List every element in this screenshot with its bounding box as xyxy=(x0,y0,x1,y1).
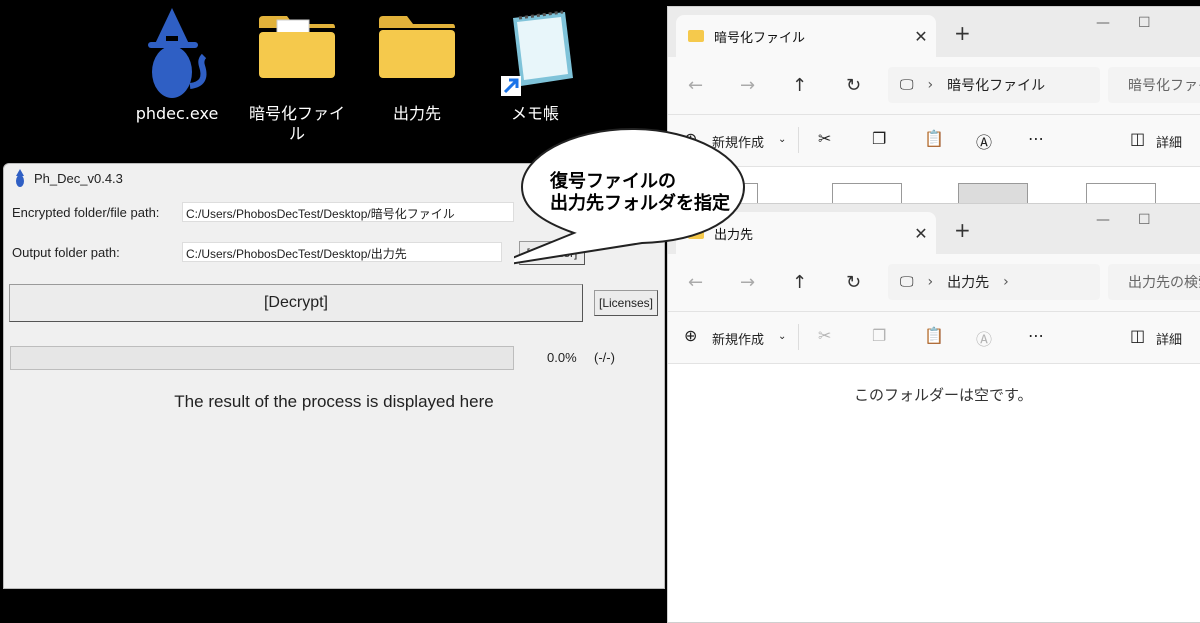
computer-icon: 🖵 xyxy=(900,77,914,93)
progress-percent: 0.0% xyxy=(547,350,577,365)
paste-icon[interactable]: 📋 xyxy=(924,129,944,148)
up-icon[interactable]: ↑ xyxy=(792,272,807,293)
file-area: このフォルダーは空です。 xyxy=(668,364,1200,622)
desktop-icon-notepad[interactable]: メモ帳 xyxy=(480,6,590,124)
rename-icon[interactable]: Ⓐ xyxy=(976,326,992,350)
divider xyxy=(798,127,799,153)
desktop-icon-output-folder[interactable]: 出力先 xyxy=(362,6,472,124)
progress-bar xyxy=(10,346,514,370)
decrypt-button[interactable]: [Decrypt] xyxy=(9,284,583,322)
address-bar[interactable]: 🖵 › 出力先 › xyxy=(888,264,1100,300)
minimize-icon[interactable]: — xyxy=(1096,15,1110,31)
refresh-icon[interactable]: ↻ xyxy=(846,272,861,293)
chevron-down-icon[interactable]: ⌄ xyxy=(778,331,786,342)
folder-icon xyxy=(379,16,455,78)
desktop-icon-label: メモ帳 xyxy=(510,104,559,123)
address-text: 出力先 xyxy=(947,275,990,291)
paste-icon[interactable]: 📋 xyxy=(924,326,944,345)
navigation-bar: ← → ↑ ↻ 🖵› 暗号化ファイル 暗号化ファイ xyxy=(668,57,1200,115)
search-input[interactable]: 出力先の検索 xyxy=(1108,264,1200,300)
new-tab-icon[interactable]: + xyxy=(954,218,971,242)
copy-icon[interactable]: ❐ xyxy=(872,129,886,148)
divider xyxy=(798,324,799,350)
chevron-down-icon[interactable]: ⌄ xyxy=(778,134,786,145)
witch-cat-icon xyxy=(148,8,207,98)
details-label[interactable]: 詳細 xyxy=(1156,132,1182,151)
desktop-icon-label: 出力先 xyxy=(392,104,441,123)
desktop-icon-phdec[interactable]: phdec.exe xyxy=(122,6,232,124)
cut-icon[interactable]: ✂ xyxy=(818,129,831,148)
folder-icon xyxy=(688,30,704,42)
rename-icon[interactable]: Ⓐ xyxy=(976,129,992,153)
desktop-icon-label: 暗号化ファイル xyxy=(248,104,345,143)
minimize-icon[interactable]: — xyxy=(1096,212,1110,228)
more-icon[interactable]: ⋯ xyxy=(1028,326,1044,345)
details-icon[interactable]: ◫ xyxy=(1130,129,1145,148)
output-path-input[interactable]: C:/Users/PhobosDecTest/Desktop/出力先 xyxy=(182,242,502,262)
progress-count: (-/-) xyxy=(594,350,615,365)
window-title: Ph_Dec_v0.4.3 xyxy=(34,170,123,186)
forward-icon[interactable]: → xyxy=(740,75,755,96)
details-label[interactable]: 詳細 xyxy=(1156,329,1182,348)
chevron-right-icon: › xyxy=(1003,274,1009,290)
address-text: 暗号化ファイル xyxy=(947,78,1046,94)
close-icon[interactable]: ✕ xyxy=(906,27,936,46)
maximize-icon[interactable]: ☐ xyxy=(1138,212,1151,228)
tab-encrypted[interactable]: 暗号化ファイル ✕ xyxy=(676,15,936,57)
new-button-label[interactable]: 新規作成 xyxy=(712,329,764,348)
search-input[interactable]: 暗号化ファイ xyxy=(1108,67,1200,103)
close-icon[interactable]: ✕ xyxy=(906,224,936,243)
address-bar[interactable]: 🖵 › 暗号化ファイル xyxy=(888,67,1100,103)
maximize-icon[interactable]: ☐ xyxy=(1138,15,1151,31)
witch-cat-icon xyxy=(16,169,24,187)
output-path-label: Output folder path: xyxy=(12,245,120,260)
folder-with-document-icon xyxy=(259,16,335,78)
refresh-icon[interactable]: ↻ xyxy=(846,75,861,96)
desktop-icon-encrypted-folder[interactable]: 暗号化ファイル xyxy=(242,6,352,144)
result-text: The result of the process is displayed h… xyxy=(174,392,494,411)
more-icon[interactable]: ⋯ xyxy=(1028,129,1044,148)
callout-line-1: 復号ファイルの xyxy=(550,171,676,192)
desktop-icon-label: phdec.exe xyxy=(135,104,219,123)
forward-icon[interactable]: → xyxy=(740,272,755,293)
back-icon[interactable]: ← xyxy=(688,75,703,96)
new-icon[interactable]: ⊕ xyxy=(684,326,697,345)
computer-icon: 🖵 xyxy=(900,274,914,290)
empty-folder-text: このフォルダーは空です。 xyxy=(854,386,1033,404)
encrypted-path-input[interactable]: C:/Users/PhobosDecTest/Desktop/暗号化ファイル xyxy=(182,202,514,222)
command-bar: ⊕ 新規作成 ⌄ ✂ ❐ 📋 Ⓐ ⋯ ◫ 詳細 xyxy=(668,312,1200,364)
cut-icon[interactable]: ✂ xyxy=(818,326,831,345)
callout-text: 復号ファイルの 出力先フォルダを指定 xyxy=(528,171,748,215)
licenses-button[interactable]: [Licenses] xyxy=(594,290,658,316)
new-tab-icon[interactable]: + xyxy=(954,21,971,45)
encrypted-path-label: Encrypted folder/file path: xyxy=(12,205,160,220)
callout-line-2: 出力先フォルダを指定 xyxy=(550,193,730,214)
tab-title: 暗号化ファイル xyxy=(714,30,806,46)
callout-bubble: 復号ファイルの 出力先フォルダを指定 xyxy=(514,125,748,265)
tab-bar: 暗号化ファイル ✕ + — ☐ xyxy=(668,7,1200,57)
back-icon[interactable]: ← xyxy=(688,272,703,293)
copy-icon[interactable]: ❐ xyxy=(872,326,886,345)
details-icon[interactable]: ◫ xyxy=(1130,326,1145,345)
notepad-shortcut-icon xyxy=(501,10,573,96)
up-icon[interactable]: ↑ xyxy=(792,75,807,96)
